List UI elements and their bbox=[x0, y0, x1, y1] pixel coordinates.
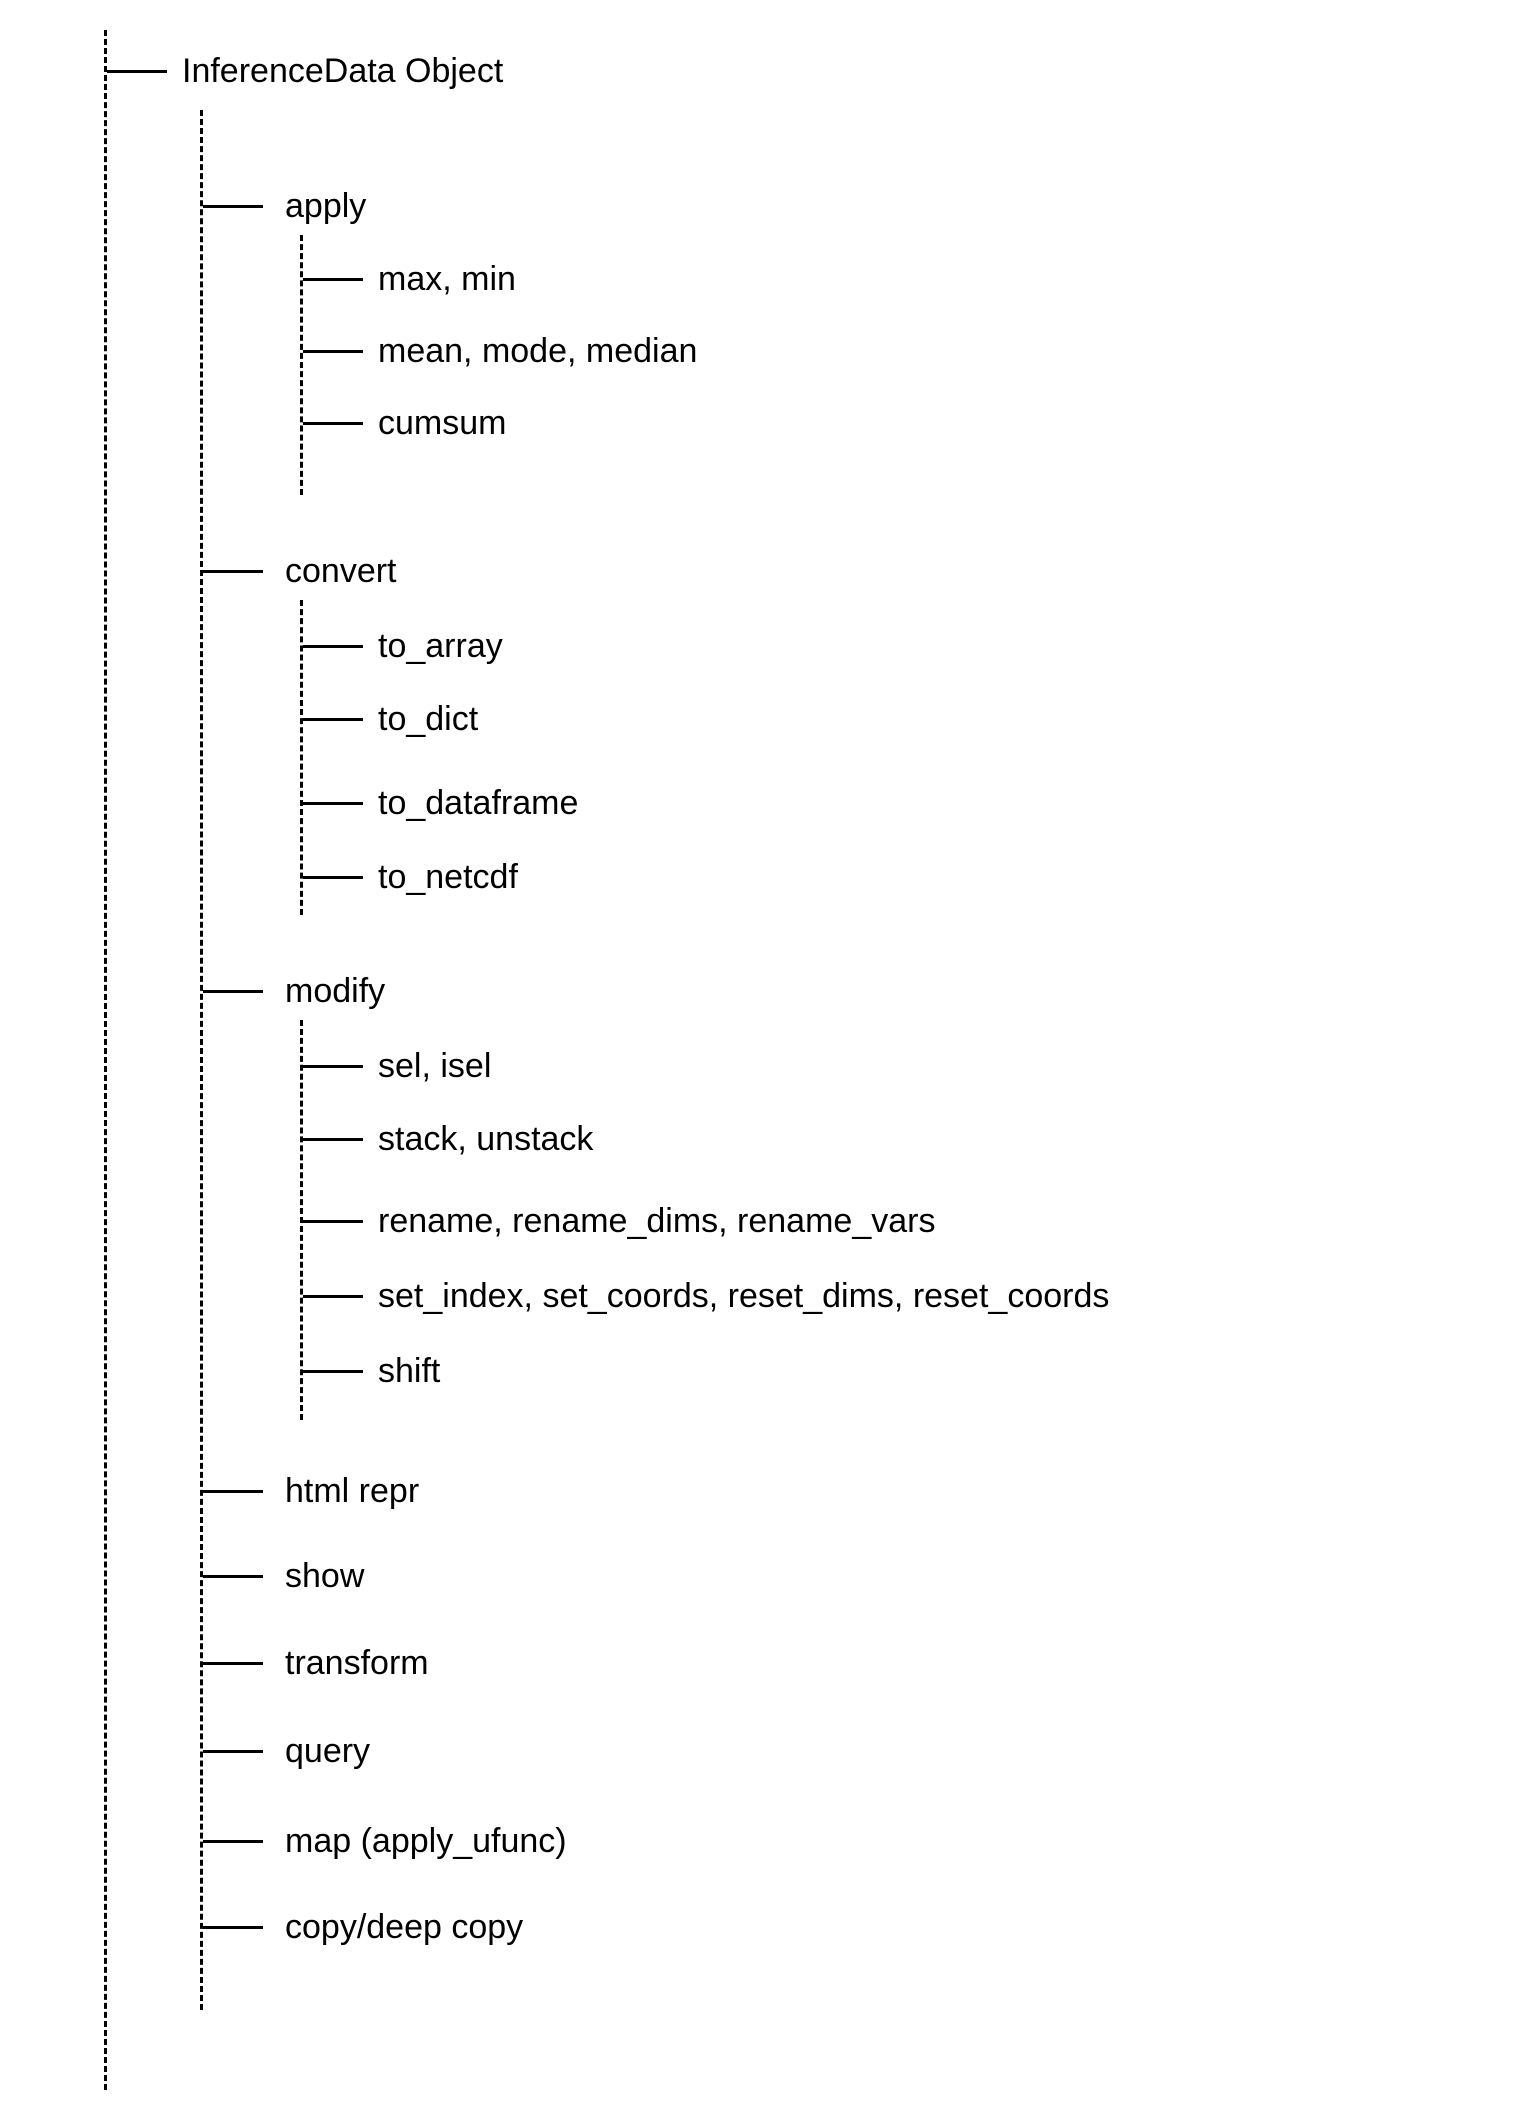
tree-connector bbox=[203, 990, 263, 993]
tree-connector bbox=[303, 1138, 363, 1141]
tree-leaf: to_dict bbox=[378, 702, 478, 736]
tree-spine-level1 bbox=[200, 110, 203, 2010]
tree-connector bbox=[203, 570, 263, 573]
tree-node-transform: transform bbox=[285, 1646, 429, 1680]
tree-leaf: set_index, set_coords, reset_dims, reset… bbox=[378, 1279, 1109, 1313]
tree-connector bbox=[203, 1490, 263, 1493]
tree-leaf: shift bbox=[378, 1354, 440, 1388]
tree-root-label: InferenceData Object bbox=[182, 54, 503, 88]
tree-connector bbox=[303, 422, 363, 425]
tree-connector bbox=[203, 1926, 263, 1929]
tree-connector bbox=[203, 1750, 263, 1753]
tree-connector bbox=[303, 876, 363, 879]
tree-connector bbox=[203, 1662, 263, 1665]
tree-node-html-repr: html repr bbox=[285, 1474, 419, 1508]
tree-leaf: mean, mode, median bbox=[378, 334, 697, 368]
tree-node-apply: apply bbox=[285, 189, 366, 223]
tree-node-show: show bbox=[285, 1559, 364, 1593]
tree-leaf: to_netcdf bbox=[378, 860, 518, 894]
tree-spine-apply bbox=[300, 235, 303, 495]
tree-node-map: map (apply_ufunc) bbox=[285, 1824, 567, 1858]
tree-connector bbox=[303, 645, 363, 648]
tree-leaf: cumsum bbox=[378, 406, 506, 440]
tree-leaf: to_array bbox=[378, 629, 503, 663]
tree-connector bbox=[303, 1065, 363, 1068]
tree-connector bbox=[107, 70, 167, 73]
tree-connector bbox=[203, 1840, 263, 1843]
tree-connector bbox=[203, 205, 263, 208]
tree-connector bbox=[303, 278, 363, 281]
tree-node-copy: copy/deep copy bbox=[285, 1910, 523, 1944]
tree-leaf: sel, isel bbox=[378, 1049, 491, 1083]
tree-connector bbox=[303, 802, 363, 805]
tree-node-convert: convert bbox=[285, 554, 397, 588]
tree-spine-outer bbox=[104, 30, 107, 2090]
tree-connector bbox=[303, 1295, 363, 1298]
tree-leaf: stack, unstack bbox=[378, 1122, 593, 1156]
tree-leaf: to_dataframe bbox=[378, 786, 578, 820]
tree-connector bbox=[303, 1220, 363, 1223]
tree-connector bbox=[303, 718, 363, 721]
tree-node-modify: modify bbox=[285, 974, 385, 1008]
tree-leaf: max, min bbox=[378, 262, 516, 296]
tree-diagram: InferenceData Object apply max, min mean… bbox=[0, 0, 1530, 2116]
tree-node-query: query bbox=[285, 1734, 370, 1768]
tree-connector bbox=[303, 350, 363, 353]
tree-connector bbox=[303, 1370, 363, 1373]
tree-connector bbox=[203, 1575, 263, 1578]
tree-leaf: rename, rename_dims, rename_vars bbox=[378, 1204, 935, 1238]
